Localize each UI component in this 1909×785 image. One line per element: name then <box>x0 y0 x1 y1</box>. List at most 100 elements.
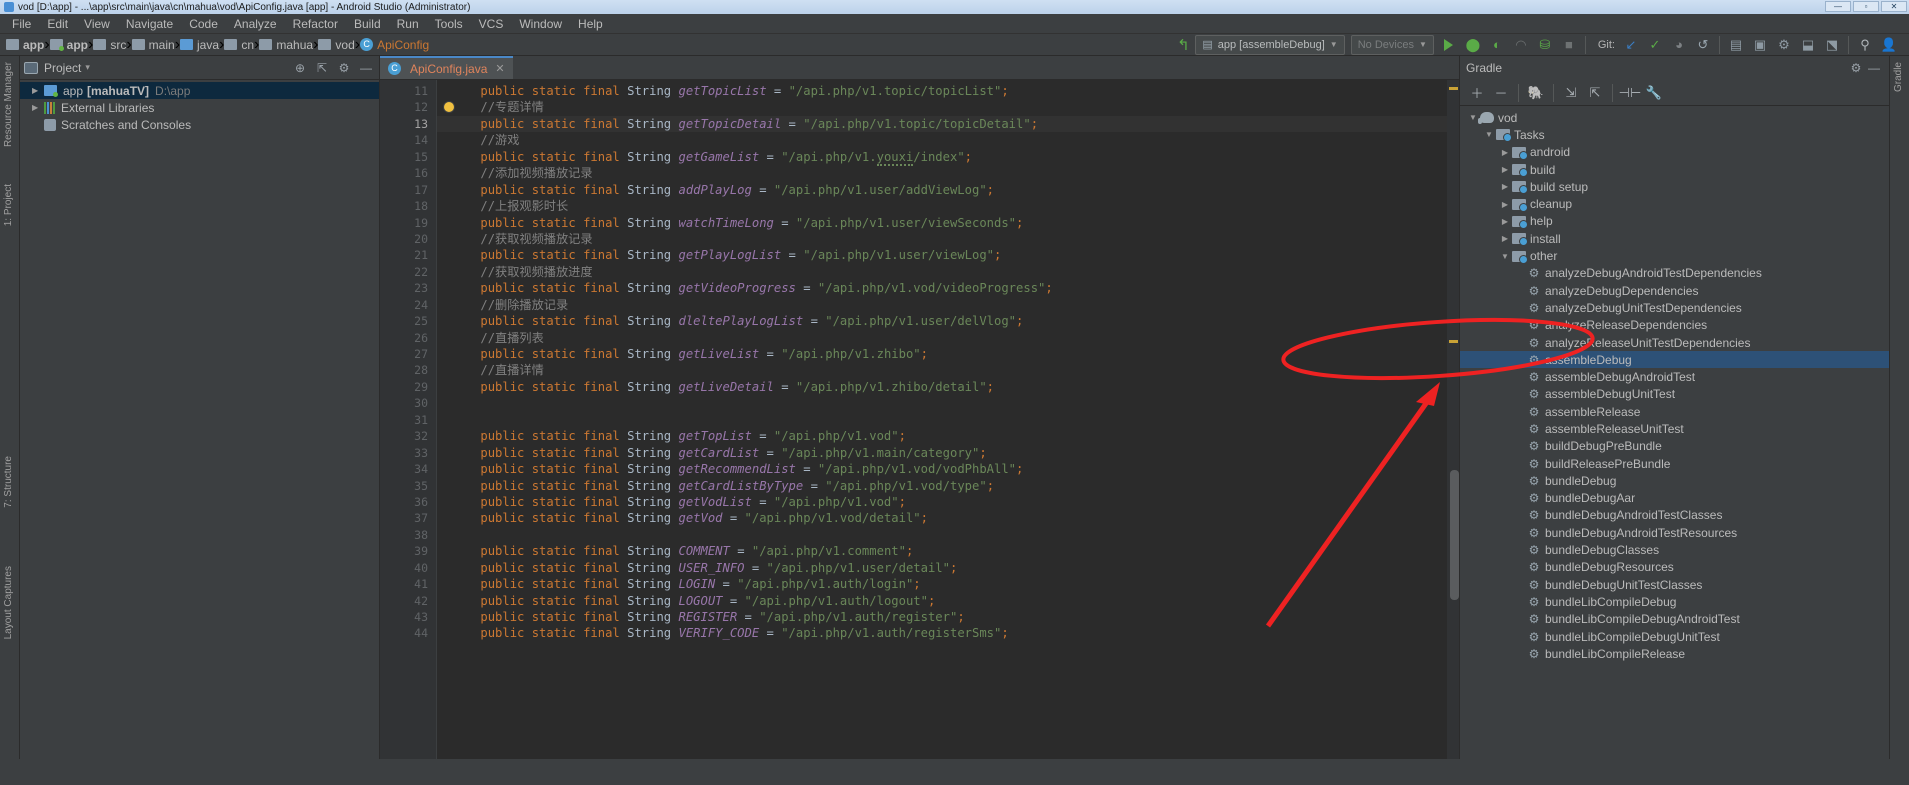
gradle-settings-icon[interactable]: 🔧 <box>1643 83 1665 103</box>
chevron-right-icon[interactable]: ▶ <box>1498 217 1512 226</box>
line-number[interactable]: 18 <box>380 198 436 214</box>
line-number[interactable]: 23 <box>380 280 436 296</box>
gradle-task-row[interactable]: ▶ cleanup <box>1460 195 1889 212</box>
run-configuration-selector[interactable]: ▤ app [assembleDebug] ▼ <box>1195 34 1345 55</box>
menu-item-view[interactable]: View <box>76 15 118 33</box>
minimize-button[interactable]: — <box>1825 1 1851 12</box>
close-icon[interactable]: ✕ <box>495 62 504 75</box>
avd-manager-icon[interactable]: ▤ <box>1724 34 1748 56</box>
gradle-task-row[interactable]: ▶ help <box>1460 213 1889 230</box>
code-line[interactable]: public static final String getTopicList … <box>437 83 1447 99</box>
gradle-task-row[interactable]: ⚙ bundleDebugClasses <box>1460 541 1889 558</box>
tool-window-tab-layout-captures[interactable]: Layout Captures <box>3 566 14 639</box>
line-number[interactable]: 11 <box>380 83 436 99</box>
layout-inspector-icon[interactable]: ⚙ <box>1772 34 1796 56</box>
code-line[interactable]: public static final String getVideoProgr… <box>437 280 1447 296</box>
menu-item-tools[interactable]: Tools <box>427 15 471 33</box>
update-project-icon[interactable]: ↙ <box>1619 34 1643 56</box>
breadcrumb-item-vod-7[interactable]: vod <box>318 38 355 52</box>
project-structure-icon[interactable]: ⬔ <box>1820 34 1844 56</box>
line-number[interactable]: 15 <box>380 149 436 165</box>
line-number[interactable]: 29 <box>380 379 436 395</box>
breadcrumb-item-app-0[interactable]: app <box>6 38 44 52</box>
toggle-offline-mode-icon[interactable]: ⊣⊢ <box>1619 83 1642 103</box>
line-number[interactable]: 24 <box>380 297 436 313</box>
line-number[interactable]: 22 <box>380 264 436 280</box>
line-number[interactable]: 20 <box>380 231 436 247</box>
target-icon[interactable]: ⊕ <box>291 59 309 77</box>
menu-item-run[interactable]: Run <box>389 15 427 33</box>
expand-all-icon[interactable]: ⇲ <box>1560 83 1582 103</box>
editor-vertical-scrollbar[interactable] <box>1450 470 1459 600</box>
editor-tab-apiconfig[interactable]: C ApiConfig.java ✕ <box>380 56 513 79</box>
tool-window-tab-structure[interactable]: 7: Structure <box>3 456 14 508</box>
code-line[interactable]: public static final String COMMENT = "/a… <box>437 543 1447 559</box>
code-line[interactable]: //获取视频播放记录 <box>437 231 1447 247</box>
tool-window-tab-gradle[interactable]: Gradle <box>1893 62 1904 92</box>
line-number[interactable]: 33 <box>380 445 436 461</box>
line-number[interactable]: 43 <box>380 609 436 625</box>
code-line[interactable] <box>437 395 1447 411</box>
line-number[interactable]: 16 <box>380 165 436 181</box>
chevron-right-icon[interactable]: ▶ <box>1498 234 1512 243</box>
code-line[interactable]: //删除播放记录 <box>437 297 1447 313</box>
code-line[interactable]: public static final String REGISTER = "/… <box>437 609 1447 625</box>
gradle-task-row[interactable]: ⚙ bundleLibCompileDebugAndroidTest <box>1460 611 1889 628</box>
gradle-task-row[interactable]: ⚙ assembleReleaseUnitTest <box>1460 420 1889 437</box>
code-line[interactable]: public static final String getGameList =… <box>437 149 1447 166</box>
gradle-task-row[interactable]: ⚙ analyzeDebugUnitTestDependencies <box>1460 299 1889 316</box>
user-account-icon[interactable]: 👤 <box>1877 34 1901 56</box>
menu-item-refactor[interactable]: Refactor <box>285 15 346 33</box>
chevron-right-icon[interactable]: ▶ <box>1498 165 1512 174</box>
hide-icon[interactable]: — <box>1865 59 1883 77</box>
run-coverage-icon[interactable]: ⛁ <box>1533 34 1557 56</box>
chevron-right-icon[interactable]: ▶ <box>1498 148 1512 157</box>
stop-icon[interactable]: ■ <box>1557 34 1581 56</box>
code-line[interactable]: //获取视频播放进度 <box>437 264 1447 280</box>
line-number[interactable]: 40 <box>380 560 436 576</box>
settings-gear-icon[interactable]: ⚙ <box>1847 59 1865 77</box>
code-line[interactable]: //直播列表 <box>437 330 1447 346</box>
code-line[interactable]: //上报观影时长 <box>437 198 1447 214</box>
line-number[interactable]: 39 <box>380 543 436 559</box>
settings-gear-icon[interactable]: ⚙ <box>335 59 353 77</box>
breadcrumb-item-main-3[interactable]: main <box>131 38 175 52</box>
gradle-task-row[interactable]: ⚙ assembleRelease <box>1460 403 1889 420</box>
line-number[interactable]: 14 <box>380 132 436 148</box>
tool-window-tab-resource-manager[interactable]: Resource Manager <box>3 62 14 147</box>
gradle-task-row[interactable]: ⚙ bundleDebugAndroidTestResources <box>1460 524 1889 541</box>
gradle-task-row[interactable]: ⚙ bundleDebugAndroidTestClasses <box>1460 507 1889 524</box>
code-line[interactable]: public static final String getTopicDetai… <box>437 115 1447 133</box>
run-icon[interactable] <box>1437 34 1461 56</box>
undo-icon[interactable]: ↺ <box>1691 34 1715 56</box>
line-number[interactable]: 41 <box>380 576 436 592</box>
tool-window-tab-project[interactable]: 1: Project <box>3 184 14 226</box>
code-line[interactable]: public static final String getPlayLogLis… <box>437 247 1447 263</box>
code-line[interactable]: public static final String getLiveList =… <box>437 346 1447 362</box>
line-number[interactable]: 21 <box>380 247 436 263</box>
line-number[interactable]: 42 <box>380 593 436 609</box>
breadcrumb-item-apiconfig-8[interactable]: C ApiConfig <box>360 38 429 52</box>
line-number[interactable]: 28 <box>380 362 436 378</box>
line-number[interactable]: 12 <box>380 99 454 115</box>
remove-icon[interactable]: － <box>1490 83 1512 103</box>
line-number[interactable]: 30 <box>380 395 436 411</box>
gradle-task-row[interactable]: ▼ vod <box>1460 109 1889 126</box>
line-number[interactable]: 27 <box>380 346 436 362</box>
line-number[interactable]: 44 <box>380 625 436 641</box>
attach-debugger-icon[interactable]: ◐ <box>1485 34 1509 56</box>
gradle-task-row[interactable]: ⚙ assembleDebugAndroidTest <box>1460 368 1889 385</box>
project-tree-row[interactable]: ▶ app [mahuaTV] D:\app <box>20 82 379 99</box>
line-number[interactable]: 31 <box>380 412 436 428</box>
line-number[interactable]: 25 <box>380 313 436 329</box>
menu-item-help[interactable]: Help <box>570 15 611 33</box>
gradle-task-row[interactable]: ⚙ analyzeDebugDependencies <box>1460 282 1889 299</box>
warning-marker[interactable] <box>1449 87 1458 90</box>
menu-item-file[interactable]: File <box>4 15 39 33</box>
device-selector[interactable]: No Devices ▼ <box>1350 34 1434 55</box>
code-line[interactable]: public static final String USER_INFO = "… <box>437 560 1447 576</box>
line-number[interactable]: 35 <box>380 478 436 494</box>
menu-item-edit[interactable]: Edit <box>39 15 76 33</box>
gradle-task-row[interactable]: ▶ android <box>1460 144 1889 161</box>
code-line[interactable] <box>437 412 1447 428</box>
